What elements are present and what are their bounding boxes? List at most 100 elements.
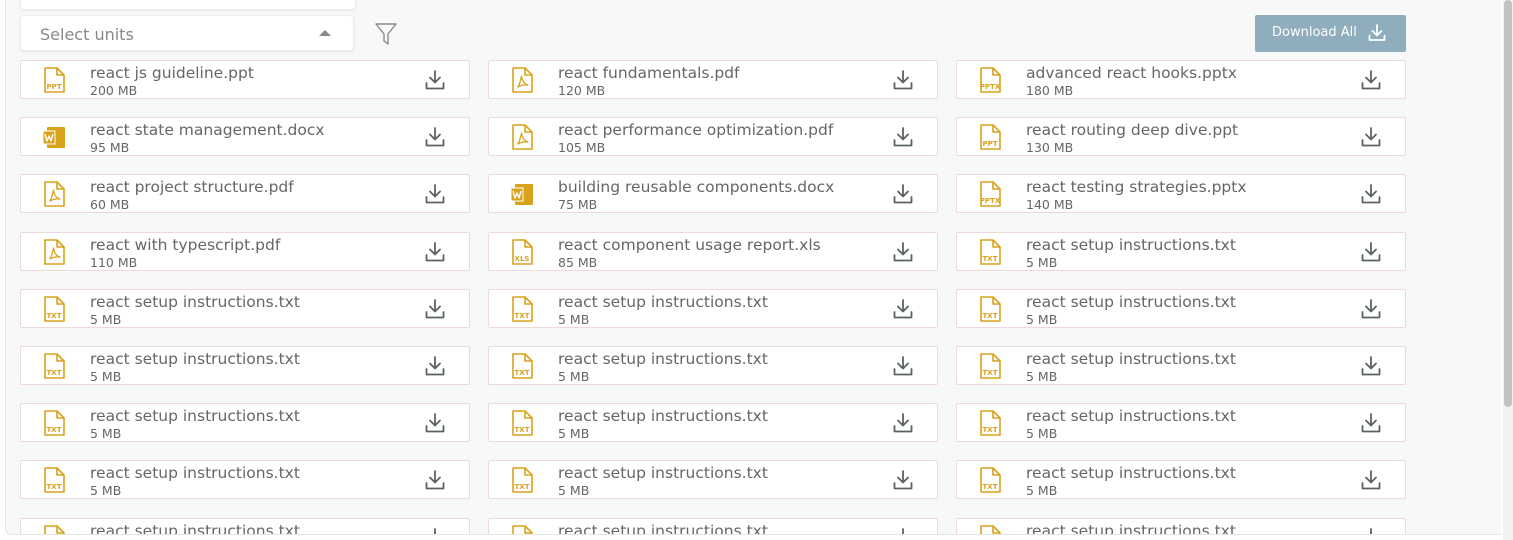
download-file-button[interactable] <box>1360 183 1382 205</box>
download-file-button[interactable] <box>892 241 914 263</box>
file-card[interactable]: txt react setup instructions.txt 5 MB <box>20 460 470 499</box>
download-file-button[interactable] <box>1360 355 1382 377</box>
file-name: advanced react hooks.pptx <box>1026 64 1237 82</box>
file-txt-icon: txt <box>976 352 1004 380</box>
file-name: react setup instructions.txt <box>90 464 300 482</box>
file-card[interactable]: txt react setup instructions.txt 5 MB <box>488 403 938 442</box>
download-file-button[interactable] <box>1360 527 1382 534</box>
download-file-button[interactable] <box>1360 412 1382 434</box>
download-file-button[interactable] <box>892 183 914 205</box>
download-icon <box>1361 184 1381 204</box>
file-type-badge: txt <box>514 426 530 434</box>
file-name: react setup instructions.txt <box>1026 350 1236 368</box>
file-type-badge: txt <box>46 426 62 434</box>
download-icon <box>893 299 913 319</box>
download-icon <box>434 528 436 534</box>
file-size: 60 MB <box>90 197 130 212</box>
download-file-button[interactable] <box>892 69 914 91</box>
file-size: 5 MB <box>558 369 590 384</box>
download-file-button[interactable] <box>1360 69 1382 91</box>
file-name: building reusable components.docx <box>558 178 835 196</box>
download-icon <box>1361 470 1381 490</box>
file-size: 140 MB <box>1026 197 1074 212</box>
file-card[interactable]: pptx react testing strategies.pptx 140 MB <box>956 174 1406 213</box>
download-file-button[interactable] <box>892 527 914 534</box>
select-units-dropdown[interactable]: Select units <box>20 15 354 51</box>
file-txt-icon: txt <box>508 352 536 380</box>
file-card[interactable]: react state management.docx 95 MB <box>20 117 470 156</box>
download-file-button[interactable] <box>424 469 446 491</box>
download-file-button[interactable] <box>424 183 446 205</box>
file-size: 200 MB <box>90 83 138 98</box>
download-file-button[interactable] <box>424 355 446 377</box>
file-card[interactable]: ppt react js guideline.ppt 200 MB <box>20 60 470 99</box>
file-txt-icon: txt <box>40 466 68 494</box>
download-file-button[interactable] <box>424 298 446 320</box>
download-file-button[interactable] <box>892 412 914 434</box>
download-file-button[interactable] <box>424 527 446 534</box>
download-file-button[interactable] <box>1360 469 1382 491</box>
download-file-button[interactable] <box>1360 298 1382 320</box>
file-card[interactable]: ppt react routing deep dive.ppt 130 MB <box>956 117 1406 156</box>
file-card[interactable]: txt react setup instructions.txt 5 MB <box>488 346 938 385</box>
file-pdf-icon <box>40 180 68 208</box>
file-size: 5 MB <box>90 426 122 441</box>
file-card[interactable]: txt react setup instructions.txt 5 MB <box>956 346 1406 385</box>
download-all-button[interactable]: Download All <box>1255 15 1406 52</box>
file-docx-icon <box>508 180 536 208</box>
file-card[interactable]: txt react setup instructions.txt 5 MB <box>20 289 470 328</box>
download-file-button[interactable] <box>892 469 914 491</box>
file-card[interactable]: pptx advanced react hooks.pptx 180 MB <box>956 60 1406 99</box>
file-name: react setup instructions.txt <box>558 522 768 535</box>
file-card[interactable]: txt react setup instructions.txt <box>488 518 938 535</box>
download-file-button[interactable] <box>424 241 446 263</box>
file-card[interactable]: txt react setup instructions.txt <box>20 518 470 535</box>
file-card[interactable]: txt react setup instructions.txt 5 MB <box>956 460 1406 499</box>
download-file-button[interactable] <box>1360 241 1382 263</box>
file-card[interactable]: txt react setup instructions.txt 5 MB <box>488 460 938 499</box>
file-name: react setup instructions.txt <box>90 522 300 535</box>
file-card[interactable]: txt react setup instructions.txt 5 MB <box>956 403 1406 442</box>
file-type-badge: txt <box>982 369 998 377</box>
filter-button[interactable] <box>374 21 398 47</box>
file-card[interactable]: react project structure.pdf 60 MB <box>20 174 470 213</box>
collapsed-field[interactable] <box>20 0 356 10</box>
file-txt-icon: txt <box>976 409 1004 437</box>
download-file-button[interactable] <box>892 126 914 148</box>
vertical-scrollbar[interactable] <box>1503 0 1513 540</box>
file-name: react with typescript.pdf <box>90 236 281 254</box>
download-icon <box>425 70 445 90</box>
file-name: react setup instructions.txt <box>558 407 768 425</box>
file-name: react setup instructions.txt <box>558 350 768 368</box>
file-card[interactable]: txt react setup instructions.txt <box>956 518 1406 534</box>
download-file-button[interactable] <box>892 298 914 320</box>
file-pdf-icon <box>508 123 536 151</box>
file-size: 130 MB <box>1026 140 1074 155</box>
file-card[interactable]: react performance optimization.pdf 105 MB <box>488 117 938 156</box>
file-card[interactable]: building reusable components.docx 75 MB <box>488 174 938 213</box>
file-type-badge: txt <box>46 312 62 320</box>
file-txt-icon: txt <box>40 409 68 437</box>
download-icon <box>1361 356 1381 376</box>
file-card[interactable]: react with typescript.pdf 110 MB <box>20 232 470 271</box>
file-size: 180 MB <box>1026 83 1074 98</box>
file-size: 105 MB <box>558 140 606 155</box>
file-txt-icon: txt <box>976 466 1004 494</box>
file-card[interactable]: txt react setup instructions.txt 5 MB <box>488 289 938 328</box>
file-size: 5 MB <box>90 369 122 384</box>
file-txt-icon: txt <box>976 295 1004 323</box>
scrollbar-thumb[interactable] <box>1504 0 1512 407</box>
file-size: 120 MB <box>558 83 606 98</box>
file-card[interactable]: txt react setup instructions.txt 5 MB <box>20 403 470 442</box>
download-file-button[interactable] <box>424 412 446 434</box>
file-size: 5 MB <box>1026 483 1058 498</box>
download-file-button[interactable] <box>424 69 446 91</box>
file-card[interactable]: txt react setup instructions.txt 5 MB <box>956 232 1406 271</box>
file-card[interactable]: react fundamentals.pdf 120 MB <box>488 60 938 99</box>
download-file-button[interactable] <box>1360 126 1382 148</box>
download-file-button[interactable] <box>424 126 446 148</box>
download-file-button[interactable] <box>892 355 914 377</box>
file-card[interactable]: xls react component usage report.xls 85 MB <box>488 232 938 271</box>
file-card[interactable]: txt react setup instructions.txt 5 MB <box>20 346 470 385</box>
file-card[interactable]: txt react setup instructions.txt 5 MB <box>956 289 1406 328</box>
